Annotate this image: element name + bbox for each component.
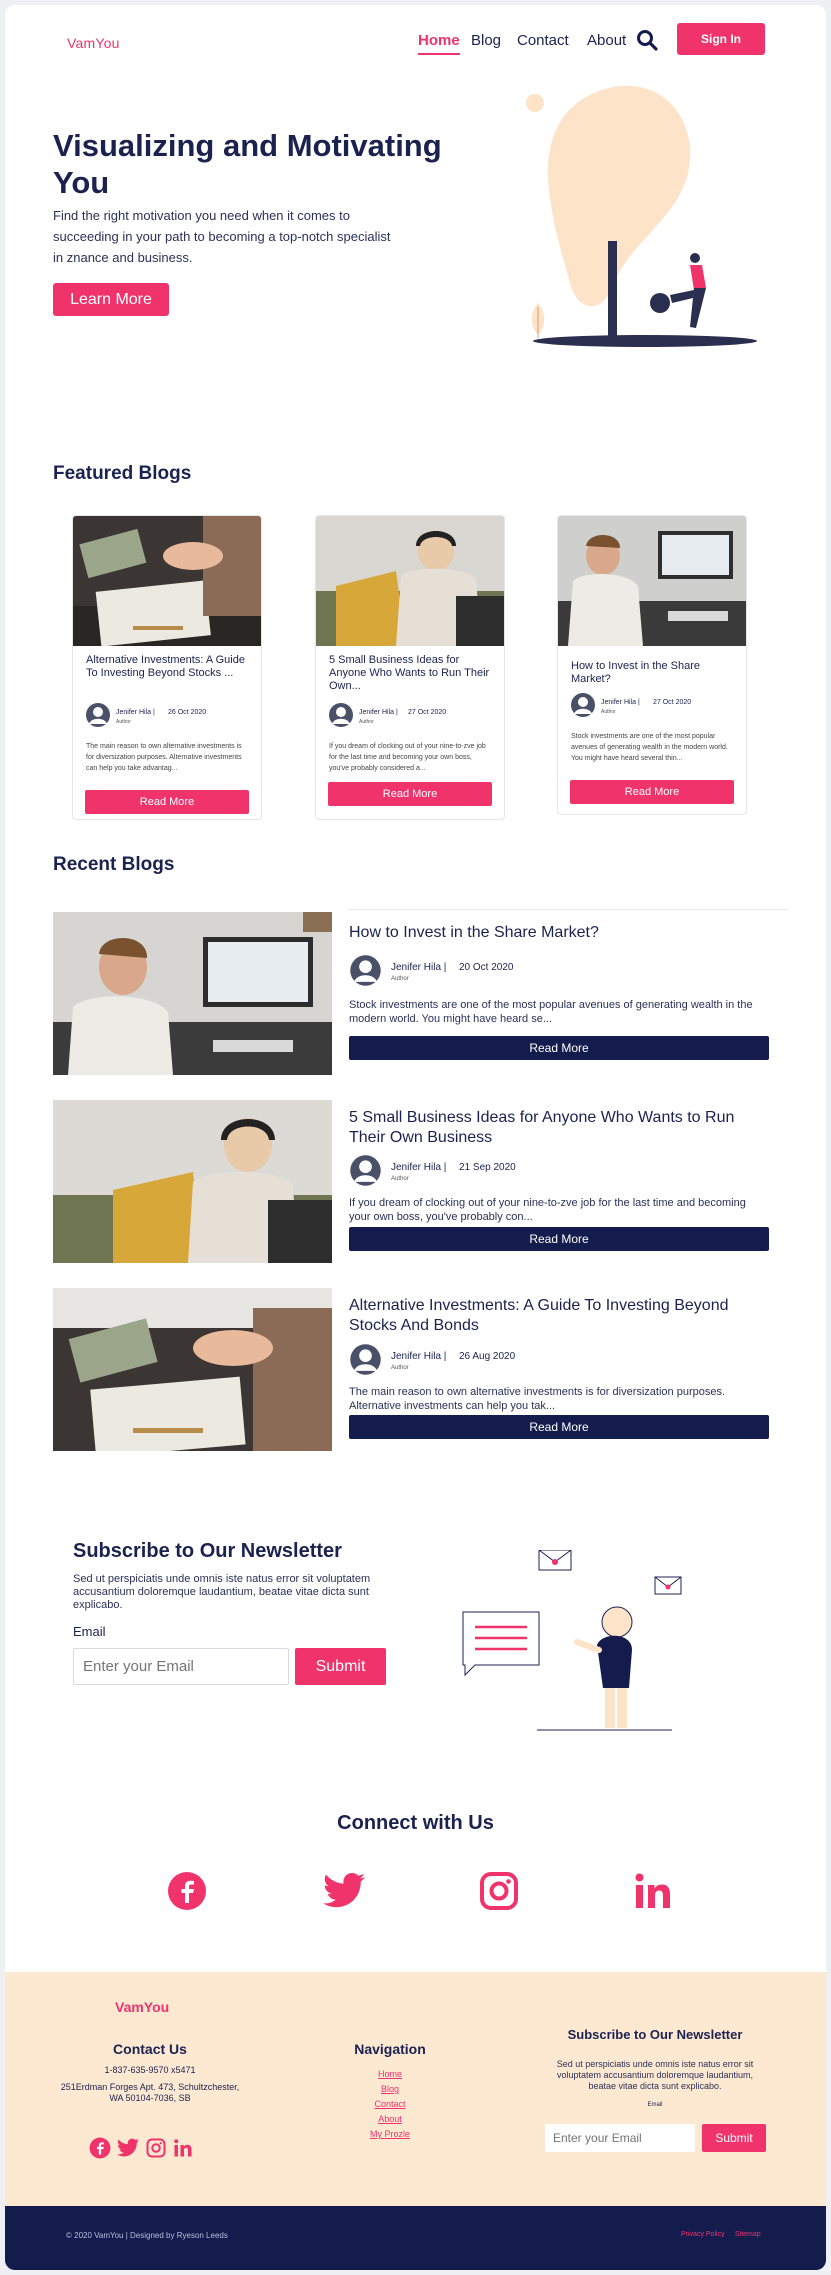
post-date: 26 Oct 2020: [168, 709, 207, 716]
recent-image[interactable]: [53, 1100, 332, 1263]
card-image: [316, 516, 504, 646]
avatar-icon: [329, 703, 353, 727]
instagram-icon[interactable]: [146, 2138, 166, 2158]
read-more-button[interactable]: Read More: [349, 1415, 769, 1439]
footer-nav-heading: Navigation: [354, 2041, 426, 2057]
avatar-icon: [350, 955, 381, 986]
featured-card[interactable]: 5 Small Business Ideas for Anyone Who Wa…: [315, 515, 505, 820]
read-more-button[interactable]: Read More: [570, 780, 734, 804]
twitter-icon[interactable]: [116, 2137, 140, 2159]
featured-card[interactable]: Alternative Investments: A Guide To Inve…: [72, 515, 262, 820]
newsletter-illustration: [462, 1550, 682, 1731]
footer-email-field[interactable]: [545, 2124, 695, 2152]
recent-title: Recent Blogs: [53, 854, 175, 875]
twitter-icon[interactable]: [321, 1871, 367, 1911]
hero-illustration: [526, 85, 757, 347]
contact-phone: 1-837-635-9570 x5471: [104, 2065, 196, 2075]
author-name: Jenifer Hila |: [391, 1162, 447, 1173]
nav-home[interactable]: Home: [418, 32, 460, 55]
footer-nav-home[interactable]: Home: [305, 2069, 475, 2079]
author-role: Author: [116, 719, 131, 725]
card-image: [73, 516, 261, 646]
post-date: 27 Oct 2020: [408, 709, 447, 716]
recent-image[interactable]: [53, 912, 332, 1075]
recent-post-title[interactable]: Alternative Investments: A Guide To Inve…: [349, 1296, 769, 1336]
recent-post-title[interactable]: How to Invest in the Share Market?: [349, 923, 769, 943]
instagram-icon[interactable]: [479, 1871, 519, 1911]
connect-title: Connect with Us: [337, 1812, 494, 1834]
nav-contact[interactable]: Contact: [517, 32, 569, 49]
author-name: Jenifer Hila |: [601, 699, 640, 706]
post-date: 20 Oct 2020: [459, 962, 514, 973]
featured-card[interactable]: How to Invest in the Share Market? Jenif…: [557, 515, 747, 815]
nav-blog[interactable]: Blog: [471, 32, 501, 49]
author-name: Jenifer Hila |: [116, 709, 155, 716]
recent-post-title[interactable]: 5 Small Business Ideas for Anyone Who Wa…: [349, 1108, 769, 1148]
footer-nav-blog[interactable]: Blog: [305, 2084, 475, 2094]
hero-title: Visualizing and Motivating You: [53, 128, 442, 200]
card-title[interactable]: How to Invest in the Share Market?: [571, 660, 736, 686]
contact-address: 251Erdman Forges Apt. 473, Schultzcheste…: [60, 2082, 240, 2103]
submit-button[interactable]: Submit: [295, 1648, 386, 1685]
card-title[interactable]: 5 Small Business Ideas for Anyone Who Wa…: [329, 654, 494, 693]
newsletter-text: Sed ut perspiciatis unde omnis iste natu…: [73, 1573, 371, 1611]
card-image: [558, 516, 746, 646]
divider: [348, 909, 788, 910]
avatar-icon: [86, 703, 110, 727]
card-excerpt: The main reason to own alternative inves…: [86, 743, 242, 772]
post-date: 26 Aug 2020: [459, 1351, 516, 1362]
search-icon[interactable]: [636, 29, 658, 51]
sitemap-link[interactable]: Sitemap: [735, 2231, 761, 2238]
recent-excerpt: The main reason to own alternative inves…: [349, 1386, 726, 1412]
footer-nav-about[interactable]: About: [305, 2114, 475, 2124]
recent-excerpt: Stock investments are one of the most po…: [349, 999, 753, 1025]
read-more-button[interactable]: Read More: [349, 1227, 769, 1251]
author-role: Author: [391, 1176, 409, 1182]
avatar-icon: [350, 1155, 381, 1186]
card-title[interactable]: Alternative Investments: A Guide To Inve…: [86, 654, 251, 680]
avatar-icon: [571, 693, 595, 717]
author-name: Jenifer Hila |: [391, 962, 447, 973]
footer-logo[interactable]: VamYou: [115, 1999, 169, 2015]
linkedin-icon[interactable]: [173, 2138, 193, 2158]
footer-newsletter-text: Sed ut perspiciatis unde omnis iste natu…: [556, 2059, 754, 2091]
page: VamYou Home Blog Contact About Sign In V…: [5, 5, 826, 2270]
footer-email-label: Email: [647, 2102, 663, 2108]
read-more-button[interactable]: Read More: [328, 782, 492, 806]
recent-excerpt: If you dream of clocking out of your nin…: [349, 1197, 746, 1223]
read-more-button[interactable]: Read More: [85, 790, 249, 814]
footer-nav-contact[interactable]: Contact: [305, 2099, 475, 2109]
nav-about[interactable]: About: [587, 32, 626, 49]
avatar-icon: [350, 1344, 381, 1375]
author-role: Author: [391, 1365, 409, 1371]
recent-image[interactable]: [53, 1288, 332, 1451]
newsletter-title: Subscribe to Our Newsletter: [73, 1540, 342, 1562]
post-date: 27 Oct 2020: [653, 699, 692, 706]
featured-title: Featured Blogs: [53, 463, 192, 484]
card-excerpt: Stock investments are one of the most po…: [571, 733, 728, 762]
footer-nav-profile[interactable]: My Prozle: [305, 2129, 475, 2139]
linkedin-icon[interactable]: [633, 1871, 673, 1911]
card-excerpt: If you dream of clocking out of your nin…: [329, 743, 486, 772]
facebook-icon[interactable]: [89, 2137, 111, 2159]
author-name: Jenifer Hila |: [359, 709, 398, 716]
logo[interactable]: VamYou: [67, 35, 120, 51]
learn-more-button[interactable]: Learn More: [53, 283, 169, 316]
copyright: © 2020 VamYou | Designed by Ryeson Leeds: [66, 2231, 228, 2240]
author-role: Author: [601, 709, 616, 715]
author-name: Jenifer Hila |: [391, 1351, 447, 1362]
footer-submit-button[interactable]: Submit: [702, 2124, 766, 2152]
author-role: Author: [391, 976, 409, 982]
footer-newsletter-title: Subscribe to Our Newsletter: [567, 2027, 743, 2042]
sign-in-button[interactable]: Sign In: [677, 23, 765, 55]
email-field[interactable]: [73, 1648, 289, 1685]
author-role: Author: [359, 719, 374, 725]
email-label: Email: [73, 1624, 106, 1639]
read-more-button[interactable]: Read More: [349, 1036, 769, 1060]
privacy-policy-link[interactable]: Privacy Policy: [681, 2231, 725, 2238]
post-date: 21 Sep 2020: [459, 1162, 516, 1173]
facebook-icon[interactable]: [167, 1871, 207, 1911]
hero-subtitle: Find the right motivation you need when …: [53, 208, 391, 265]
contact-heading: Contact Us: [113, 2041, 187, 2057]
